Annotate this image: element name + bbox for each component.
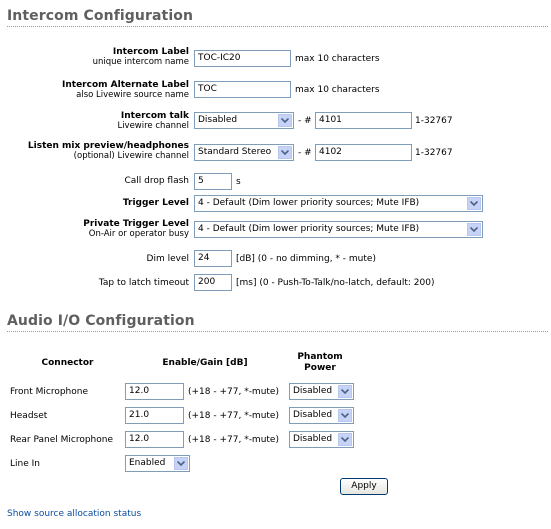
listen-subtitle: (optional) Livewire channel: [73, 151, 189, 161]
chevron-down-icon[interactable]: [174, 457, 188, 470]
gain-input[interactable]: 21.0: [125, 407, 184, 424]
chevron-down-icon[interactable]: [278, 146, 292, 159]
intercom-section-title: Intercom Configuration: [7, 8, 194, 24]
phantom-power-value: Disabled: [293, 410, 333, 420]
private-trigger-caption: Private Trigger Level On-Air or operator…: [83, 219, 189, 239]
listen-title: Listen mix preview/headphones: [27, 141, 189, 151]
gain-input[interactable]: 12.0: [125, 431, 184, 448]
intercom-label-hint: max 10 characters: [295, 54, 380, 64]
alt-label-hint: max 10 characters: [295, 85, 380, 95]
chevron-down-icon[interactable]: [278, 114, 292, 127]
phantom-power-select[interactable]: Disabled: [289, 407, 354, 424]
talk-caption: Intercom talk Livewire channel: [117, 111, 189, 131]
phantom-power-value: Disabled: [293, 434, 333, 444]
talk-mode-value: Disabled: [198, 115, 238, 125]
trigger-level-value: 4 - Default (Dim lower priority sources;…: [198, 198, 420, 208]
gain-hint: (+18 - +77, *-mute): [188, 411, 279, 421]
tap-latch-hint: [ms] (0 - Push-To-Talk/no-latch, default…: [236, 278, 435, 288]
call-drop-label: Call drop flash: [124, 176, 189, 186]
call-drop-input[interactable]: 5: [194, 173, 232, 190]
dim-level-label: Dim level: [146, 254, 189, 264]
phantom-power-value: Disabled: [293, 386, 333, 396]
tap-latch-label: Tap to latch timeout: [98, 278, 189, 288]
trigger-level-label: Trigger Level: [122, 198, 189, 208]
talk-title: Intercom talk: [120, 111, 189, 121]
line-in-enable-value: Enabled: [129, 458, 166, 468]
alt-label-input[interactable]: TOC: [194, 81, 291, 98]
phantom-power-select[interactable]: Disabled: [289, 383, 354, 400]
dim-level-hint: [dB] (0 - no dimming, * - mute): [236, 254, 376, 264]
section-divider: [7, 331, 548, 332]
private-trigger-subtitle: On-Air or operator busy: [88, 229, 189, 239]
line-in-enable-select[interactable]: Enabled: [125, 455, 190, 472]
dim-level-input[interactable]: 24: [194, 250, 232, 267]
gain-input[interactable]: 12.0: [125, 383, 184, 400]
alt-label-caption: Intercom Alternate Label also Livewire s…: [62, 80, 189, 100]
audio-section-title: Audio I/O Configuration: [7, 313, 195, 329]
apply-button[interactable]: Apply: [340, 478, 388, 495]
private-trigger-select[interactable]: 4 - Default (Dim lower priority sources;…: [194, 221, 483, 238]
intercom-label-title: Intercom Label: [112, 47, 189, 57]
talk-subtitle: Livewire channel: [117, 121, 189, 131]
gain-hint: (+18 - +77, *-mute): [188, 387, 279, 397]
intercom-label-caption: Intercom Label unique intercom name: [93, 47, 189, 67]
chevron-down-icon[interactable]: [338, 433, 352, 446]
listen-channel-prefix: - #: [298, 148, 312, 158]
listen-mode-value: Standard Stereo: [198, 147, 272, 157]
talk-channel-prefix: - #: [298, 116, 312, 126]
listen-channel-input[interactable]: 4102: [315, 144, 412, 161]
connector-name: Line In: [10, 459, 40, 469]
gain-hint: (+18 - +77, *-mute): [188, 435, 279, 445]
connector-name: Front Microphone: [10, 387, 89, 397]
chevron-down-icon[interactable]: [338, 385, 352, 398]
intercom-label-subtitle: unique intercom name: [92, 57, 189, 67]
talk-mode-select[interactable]: Disabled: [194, 112, 294, 129]
chevron-down-icon[interactable]: [467, 197, 481, 210]
chevron-down-icon[interactable]: [467, 223, 481, 236]
connector-name: Headset: [10, 411, 48, 421]
private-trigger-value: 4 - Default (Dim lower priority sources;…: [198, 224, 420, 234]
connector-column-header: Connector: [41, 358, 94, 368]
source-allocation-link[interactable]: Show source allocation status: [7, 509, 141, 519]
talk-channel-range: 1-32767: [415, 116, 453, 126]
chevron-down-icon[interactable]: [338, 409, 352, 422]
listen-caption: Listen mix preview/headphones (optional)…: [28, 141, 189, 161]
listen-mode-select[interactable]: Standard Stereo: [194, 144, 294, 161]
talk-channel-input[interactable]: 4101: [315, 112, 412, 129]
trigger-level-select[interactable]: 4 - Default (Dim lower priority sources;…: [194, 195, 483, 212]
gain-column-header: Enable/Gain [dB]: [162, 358, 248, 368]
listen-channel-range: 1-32767: [415, 148, 453, 158]
intercom-label-input[interactable]: TOC-IC20: [194, 50, 291, 67]
alt-label-title: Intercom Alternate Label: [62, 80, 189, 90]
tap-latch-input[interactable]: 200: [194, 274, 232, 291]
alt-label-subtitle: also Livewire source name: [76, 90, 189, 100]
phantom-column-header: Phantom Power: [297, 352, 343, 373]
phantom-power-select[interactable]: Disabled: [289, 431, 354, 448]
call-drop-unit: s: [236, 177, 241, 187]
private-trigger-title: Private Trigger Level: [83, 219, 189, 229]
connector-name: Rear Panel Microphone: [10, 435, 113, 445]
section-divider: [7, 26, 548, 27]
